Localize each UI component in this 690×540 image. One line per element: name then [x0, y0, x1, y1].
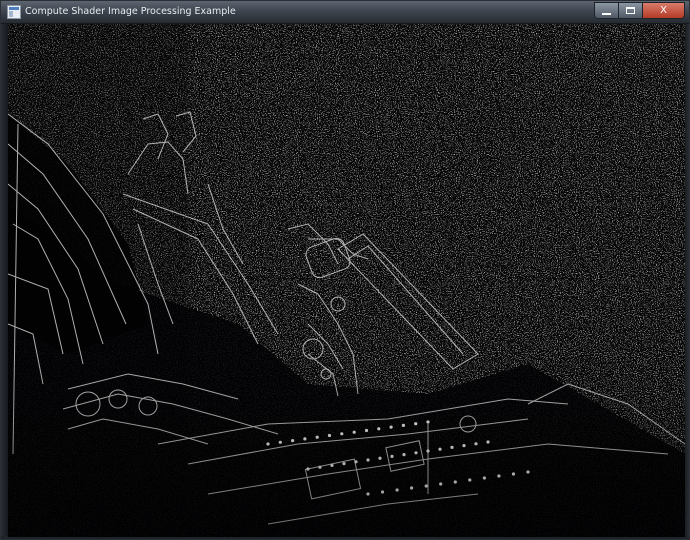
- minimize-icon: [602, 12, 611, 15]
- window-border-left: [1, 24, 8, 539]
- maximize-button[interactable]: [619, 2, 643, 19]
- bottom-fade: [8, 354, 685, 537]
- close-icon: X: [660, 4, 667, 16]
- application-window: Compute Shader Image Processing Example …: [0, 0, 690, 540]
- minimize-button[interactable]: [594, 2, 619, 19]
- caption-buttons: X: [594, 2, 685, 20]
- close-button[interactable]: X: [643, 2, 685, 19]
- render-viewport[interactable]: [8, 24, 685, 537]
- edge-detected-image: [8, 24, 685, 537]
- title-bar[interactable]: Compute Shader Image Processing Example …: [1, 1, 689, 24]
- maximize-icon: [626, 7, 635, 14]
- app-icon: [7, 5, 21, 19]
- window-title: Compute Shader Image Processing Example: [25, 6, 236, 17]
